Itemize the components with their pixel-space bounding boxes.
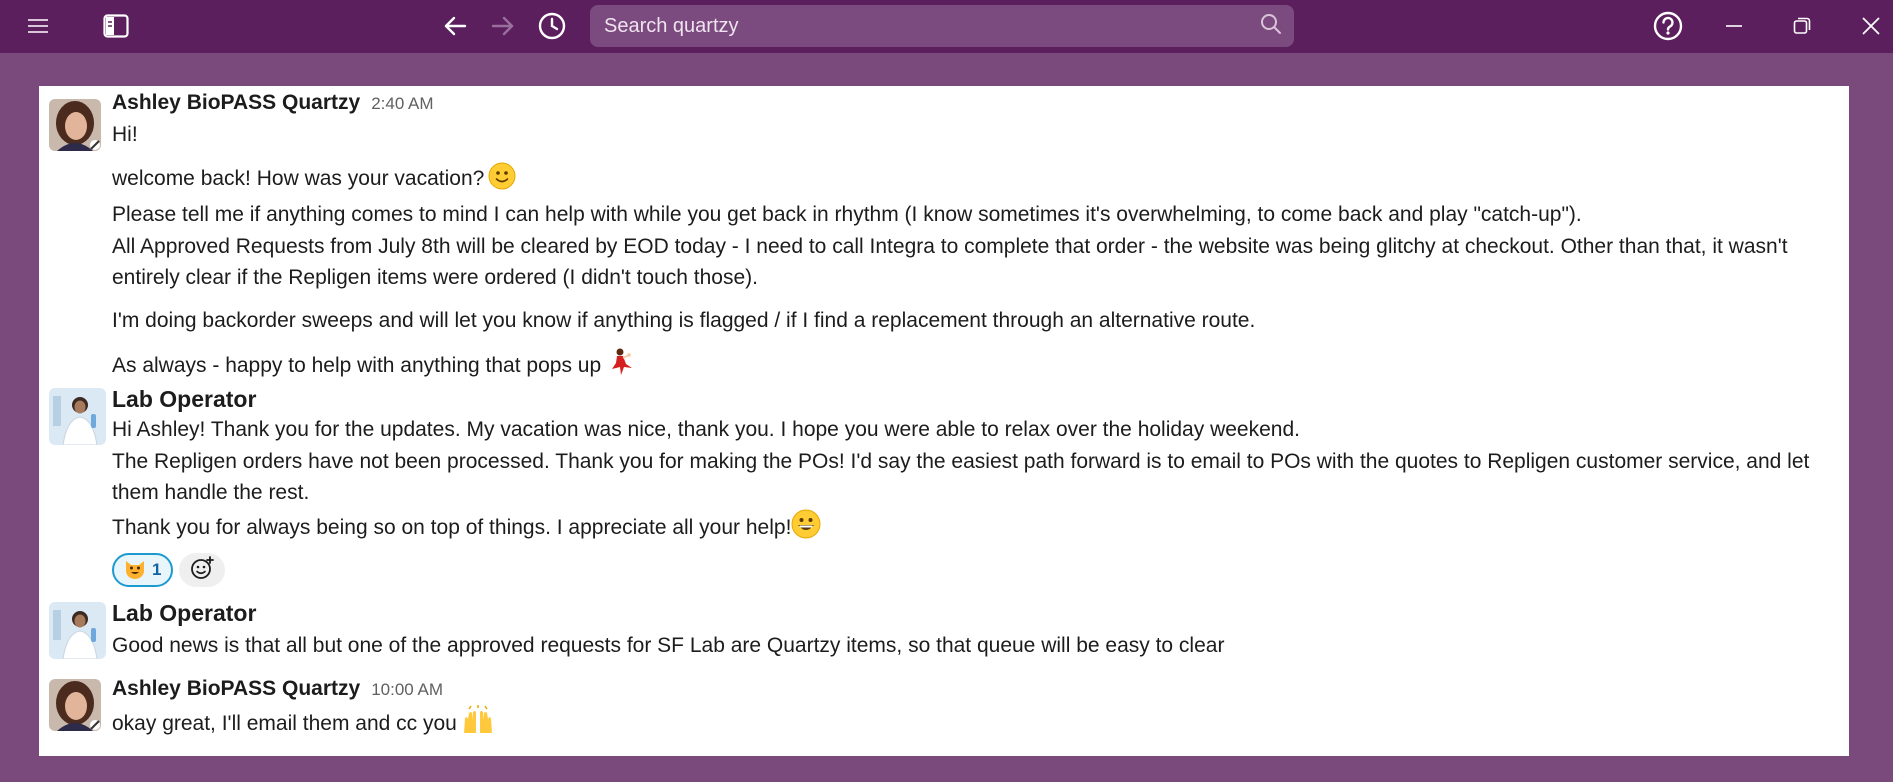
avatar[interactable]: [49, 388, 106, 445]
message-text: okay great, I'll email them and cc you: [112, 712, 457, 735]
restore-icon[interactable]: [1784, 8, 1820, 44]
grinning-emoji-icon: [791, 509, 821, 549]
message-text: As always - happy to help with anything …: [112, 354, 602, 377]
message-text: Thank you for always being so on top of …: [112, 515, 792, 539]
raised-hands-emoji-icon: [461, 705, 495, 745]
search-input[interactable]: [602, 13, 1260, 39]
message-line: As always - happy to help with anything …: [112, 347, 1819, 387]
author-name[interactable]: Lab Operator: [112, 600, 256, 627]
message-line: I'm doing backorder sweeps and will let …: [112, 308, 1256, 332]
help-icon[interactable]: [1650, 8, 1686, 44]
message-line: Please tell me if anything comes to mind…: [112, 203, 1582, 226]
reaction-button[interactable]: 1: [112, 553, 174, 587]
message-line: All Approved Requests from July 8th will…: [112, 234, 1788, 258]
message-line: Hi Ashley! Thank you for the updates. My…: [112, 418, 1300, 441]
sidebar-toggle-icon[interactable]: [98, 8, 134, 44]
author-name[interactable]: Ashley BioPASS Quartzy: [112, 677, 360, 701]
author-name[interactable]: Ashley BioPASS Quartzy: [112, 91, 360, 115]
history-icon[interactable]: [534, 8, 570, 44]
smiley-cat-emoji-icon: [124, 557, 146, 584]
message-line: Good news is that all but one of the app…: [112, 634, 1225, 657]
menu-icon[interactable]: [20, 8, 56, 44]
message-text: welcome back! How was your vacation?: [112, 166, 485, 190]
message-line: The Repligen orders have not been proces…: [112, 449, 1810, 473]
message-line: okay great, I'll email them and cc you: [112, 705, 1819, 745]
message-line: them handle the rest.: [112, 481, 310, 504]
search-icon[interactable]: [1260, 13, 1282, 40]
slightly-smiling-emoji-icon: [488, 162, 516, 200]
reactions-bar: 1: [112, 553, 1819, 587]
message-panel: Ashley BioPASS Quartzy 2:40 AM Hi! welco…: [39, 86, 1849, 756]
add-reaction-button[interactable]: [179, 553, 226, 587]
author-name[interactable]: Lab Operator: [112, 386, 256, 413]
forward-arrow-icon[interactable]: [485, 8, 521, 44]
dancer-emoji-icon: [605, 347, 635, 387]
minimize-icon[interactable]: [1716, 8, 1752, 44]
message-line: welcome back! How was your vacation?: [112, 162, 1819, 200]
avatar[interactable]: [49, 99, 101, 151]
message-line: Hi!: [112, 123, 138, 146]
timestamp[interactable]: 2:40 AM: [371, 94, 433, 114]
back-arrow-icon[interactable]: [437, 8, 473, 44]
add-reaction-icon: [189, 555, 215, 586]
reaction-count: 1: [152, 560, 162, 579]
search-bar[interactable]: [590, 5, 1294, 47]
close-icon[interactable]: [1853, 8, 1889, 44]
message-line: entirely clear if the Repligen items wer…: [112, 266, 758, 289]
avatar[interactable]: [49, 602, 106, 659]
title-bar: [0, 0, 1893, 53]
message-line: Thank you for always being so on top of …: [112, 509, 1819, 549]
timestamp[interactable]: 10:00 AM: [371, 680, 443, 700]
avatar[interactable]: [49, 679, 101, 731]
